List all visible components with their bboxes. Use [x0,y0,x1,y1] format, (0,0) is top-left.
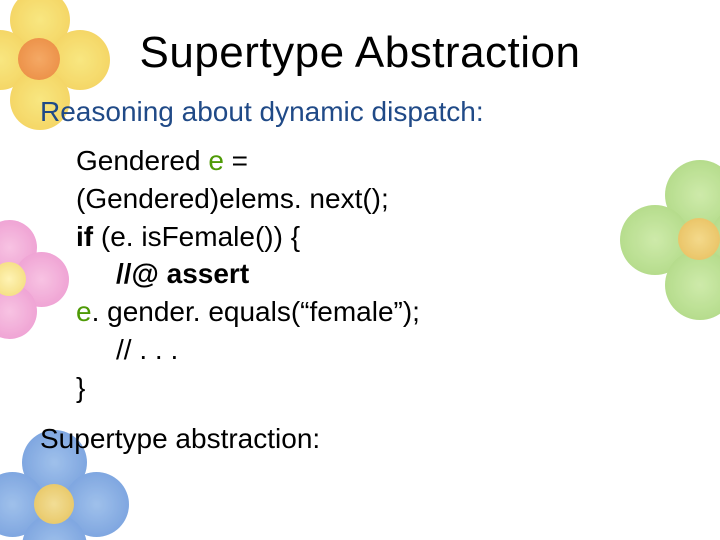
code-line: if (e. isFemale()) { [76,218,680,256]
code-var: e [76,296,92,327]
code-line: } [76,369,680,407]
code-line: (Gendered)elems. next(); [76,180,680,218]
code-line: e. gender. equals(“female”); [76,293,680,331]
code-text: = [224,145,248,176]
code-line: //@ assert [116,255,680,293]
code-assert: //@ assert [116,258,249,289]
code-text: Gendered [76,145,208,176]
slide-content: Supertype Abstraction Reasoning about dy… [0,0,720,455]
code-var: e [208,145,224,176]
slide-title: Supertype Abstraction [40,28,680,78]
code-line: Gendered e = [76,142,680,180]
code-text: . gender. equals(“female”); [92,296,420,327]
code-keyword: if [76,221,93,252]
slide-footer-text: Supertype abstraction: [40,423,680,455]
code-text: (e. is [93,221,161,252]
code-block: Gendered e = (Gendered)elems. next(); if… [76,142,680,407]
code-text: Female()) { [162,221,300,252]
slide-subheading: Reasoning about dynamic dispatch: [40,96,680,128]
code-line: // . . . [116,331,680,369]
